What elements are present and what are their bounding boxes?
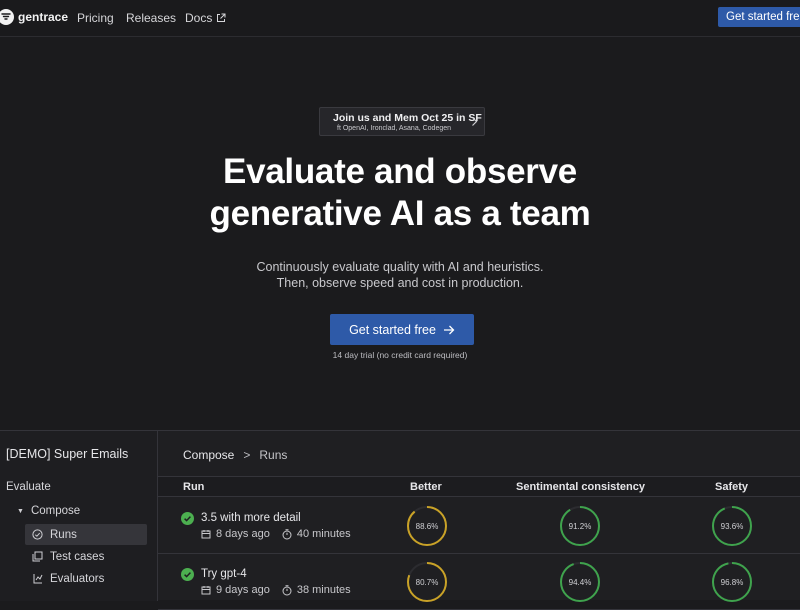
runs-table-header: Run Better Sentimental consistency Safet… [158,476,800,497]
score-gauge: 96.8% [711,561,753,603]
score-value: 94.4% [568,577,592,587]
nav-link-docs[interactable]: Docs [185,11,226,25]
trial-note: 14 day trial (no credit card required) [332,350,468,360]
sidebar-item-test-cases[interactable]: Test cases [25,546,147,567]
demo-panel: [DEMO] Super Emails Evaluate ▼ Compose R… [0,430,800,610]
score-gauge: 93.6% [711,505,753,547]
demo-sidebar: [DEMO] Super Emails Evaluate ▼ Compose R… [0,431,158,601]
sidebar-compose-label: Compose [30,505,81,517]
event-banner[interactable]: Join us and Mem Oct 25 in SF ft OpenAI, … [319,107,485,136]
column-run: Run [183,481,205,493]
check-circle-icon [32,529,43,540]
nav-docs-label: Docs [185,11,213,25]
hero-get-started-button[interactable]: Get started free [330,314,474,345]
score-gauge: 91.2% [559,505,601,547]
project-title[interactable]: [DEMO] Super Emails [6,447,128,461]
sidebar-item-runs[interactable]: Runs [25,524,147,545]
stopwatch-icon [282,584,292,595]
breadcrumb-runs: Runs [259,448,288,462]
score-value: 88.6% [415,521,439,531]
run-meta: 9 days ago 38 minutes [201,584,351,596]
sidebar-runs-label: Runs [50,528,77,541]
calendar-icon [201,530,211,539]
caret-down-icon: ▼ [17,507,24,515]
breadcrumb: Compose > Runs [183,448,287,462]
external-link-icon [217,13,226,22]
sidebar-item-evaluators[interactable]: Evaluators [25,568,147,589]
nav-link-pricing[interactable]: Pricing [77,11,114,25]
breadcrumb-compose[interactable]: Compose [183,448,234,462]
logo-text: gentrace [18,10,69,24]
calendar-icon [201,586,211,595]
sidebar-evaluators-label: Evaluators [50,572,105,585]
score-gauge: 94.4% [559,561,601,603]
score-gauge: 80.7% [406,561,448,603]
hero-subtitle-line-1: Continuously evaluate quality with AI an… [256,260,544,274]
run-age: 9 days ago [216,584,270,596]
sidebar-item-compose[interactable]: ▼ Compose [17,505,80,517]
event-title: Join us and Mem Oct 25 in SF [333,112,482,124]
score-value: 91.2% [568,521,592,531]
score-value: 93.6% [720,521,744,531]
gentrace-logo-icon [0,9,14,25]
chevron-right-icon [472,117,478,126]
logo[interactable]: gentrace [0,9,68,25]
check-circle-icon [181,512,194,525]
run-name: Try gpt-4 [201,568,247,580]
column-sentimental-consistency: Sentimental consistency [516,481,645,493]
column-safety: Safety [715,481,749,493]
event-subtitle: ft OpenAI, Ironclad, Asana, Codegen [337,125,452,132]
copy-icon [32,551,43,562]
run-duration: 40 minutes [296,528,351,540]
hero-title-line-1: Evaluate and observe [223,152,577,191]
score-value: 80.7% [415,577,439,587]
hero-subtitle-line-2: Then, observe speed and cost in producti… [276,276,524,290]
hero-cta-label: Get started free [349,322,436,337]
sidebar-section-evaluate: Evaluate [6,481,51,493]
score-value: 96.8% [720,577,744,587]
top-navbar: gentrace Pricing Releases Docs Get start… [0,0,800,37]
stopwatch-icon [282,528,292,539]
nav-link-releases[interactable]: Releases [126,11,176,25]
table-row[interactable]: 3.5 with more detail 8 days ago 40 minut… [158,498,800,554]
breadcrumb-separator: > [243,448,251,462]
column-better: Better [410,481,442,493]
run-duration: 38 minutes [296,584,351,596]
hero-title-line-2: generative AI as a team [209,194,591,233]
run-meta: 8 days ago 40 minutes [201,528,351,540]
run-age: 8 days ago [216,528,270,540]
arrow-right-icon [443,325,455,334]
check-circle-icon [181,568,194,581]
score-gauge: 88.6% [406,505,448,547]
nav-get-started-button[interactable]: Get started free [718,7,800,27]
table-row[interactable]: Try gpt-4 9 days ago 38 minutes 80.7% 94… [158,554,800,610]
run-name: 3.5 with more detail [201,512,301,524]
evaluator-icon [33,574,43,584]
sidebar-test-cases-label: Test cases [50,550,105,563]
